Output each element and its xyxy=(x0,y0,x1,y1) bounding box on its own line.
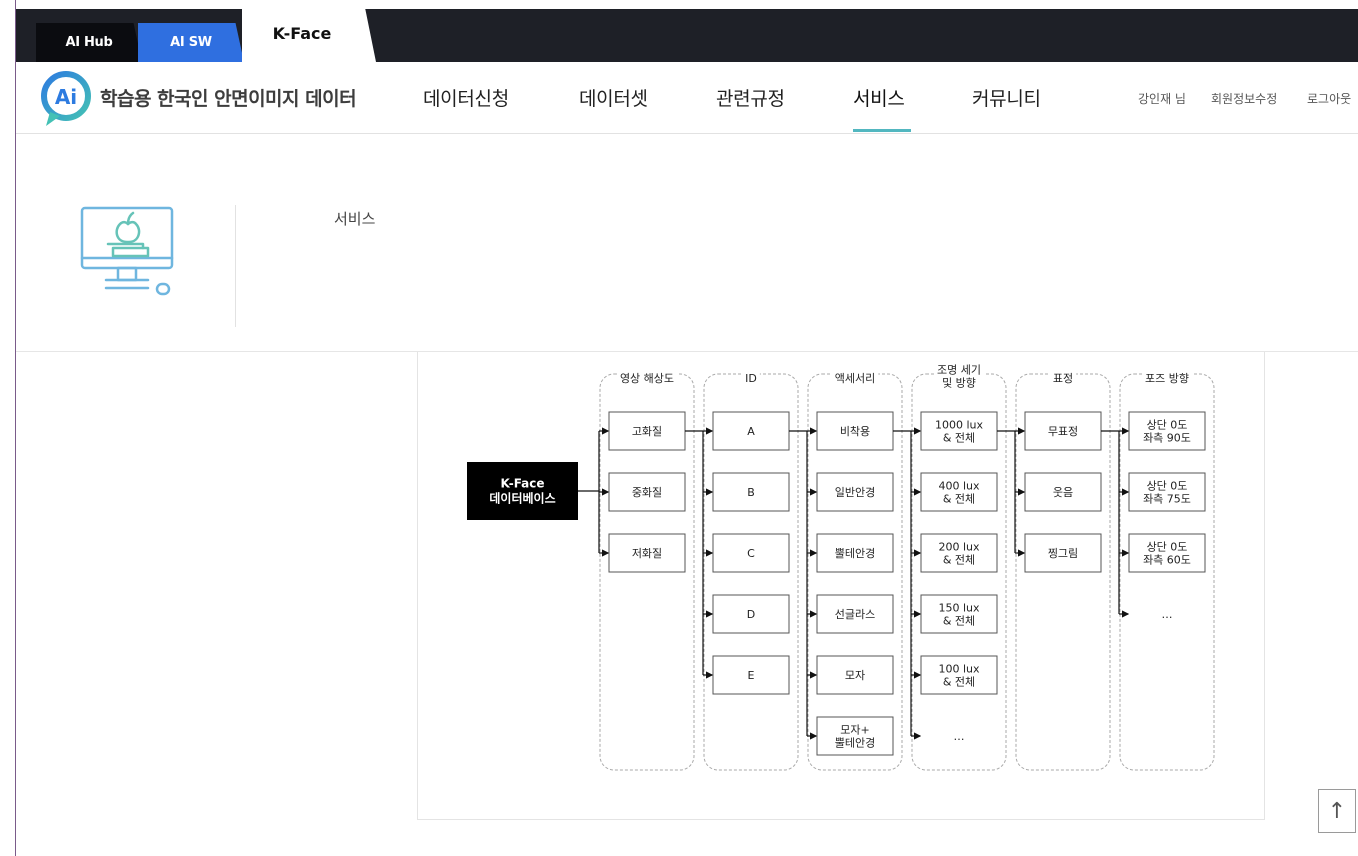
logout-link[interactable]: 로그아웃 xyxy=(1307,90,1351,107)
diagram-node-label: 400 lux & 전체 xyxy=(938,480,980,506)
diagram-node-label: 고화질 xyxy=(632,425,662,438)
diagram-node-label: A xyxy=(747,425,755,438)
window-frame-top xyxy=(16,0,1358,9)
nav-item-data-request[interactable]: 데이터신청 xyxy=(423,84,509,111)
diagram-node-label: 찡그림 xyxy=(1048,547,1078,560)
arrow-up-icon: ↑ xyxy=(1327,798,1347,824)
diagram-node-label: 일반안경 xyxy=(835,485,875,499)
diagram-node-label: D xyxy=(747,608,755,621)
diagram-node-label: 선글라스 xyxy=(835,608,875,621)
kface-structure-diagram: K-Face 데이터베이스영상 해상도고화질중화질저화질IDABCDE액세서리비착… xyxy=(467,362,1215,771)
column-header: 액세서리 xyxy=(835,372,875,385)
diagram-node-label: 상단 0도 좌측 60도 xyxy=(1143,541,1191,567)
diagram-node-label: … xyxy=(1162,608,1173,621)
diagram-node-label: 100 lux & 전체 xyxy=(938,663,980,689)
diagram-node-label: … xyxy=(954,730,965,743)
diagram-node-label: 상단 0도 좌측 90도 xyxy=(1143,419,1191,445)
diagram-node-label: 모자+ 뿔테안경 xyxy=(835,724,875,750)
diagram-node-label: 저화질 xyxy=(632,547,662,560)
diagram-node-label: 무표정 xyxy=(1048,425,1078,438)
column-header: 포즈 방향 xyxy=(1145,372,1189,385)
diagram-node-label: C xyxy=(747,547,755,560)
column-header: 표정 xyxy=(1053,372,1073,385)
column-header: ID xyxy=(745,372,757,385)
page-title: 서비스 xyxy=(334,210,376,228)
diagram-node-label: E xyxy=(748,669,755,682)
diagram-node-label: 150 lux & 전체 xyxy=(938,602,980,628)
edit-profile-link[interactable]: 회원정보수정 xyxy=(1211,90,1277,107)
diagram-node-label: B xyxy=(747,486,755,499)
svg-text:Ai: Ai xyxy=(55,85,77,109)
diagram-node-label: 200 lux & 전체 xyxy=(938,541,980,567)
tab-k-face[interactable]: K-Face xyxy=(242,9,376,62)
scroll-to-top-button[interactable]: ↑ xyxy=(1318,789,1356,833)
nav-item-community[interactable]: 커뮤니티 xyxy=(972,84,1041,111)
site-title[interactable]: 학습용 한국인 안면이미지 데이터 xyxy=(100,84,357,111)
diagram-node-label: 중화질 xyxy=(632,486,662,499)
nav-item-regulations[interactable]: 관련규정 xyxy=(716,84,785,111)
tab-ai-sw[interactable]: AI SW xyxy=(138,23,244,62)
page-hero xyxy=(16,134,1358,352)
nav-item-service[interactable]: 서비스 xyxy=(853,84,905,111)
user-greeting: 강인재 님 xyxy=(1138,92,1186,106)
diagram-node-label: 비착용 xyxy=(840,425,870,438)
ai-logo-icon[interactable]: Ai xyxy=(40,68,95,128)
column-header: 조명 세기 및 방향 xyxy=(937,364,981,390)
tab-ai-hub[interactable]: AI Hub xyxy=(36,23,142,62)
window-frame-left xyxy=(0,0,16,856)
column-header: 영상 해상도 xyxy=(620,371,674,385)
nav-item-dataset[interactable]: 데이터셋 xyxy=(579,84,648,111)
diagram-node-label: 모자 xyxy=(845,669,865,682)
diagram-node-label: 웃음 xyxy=(1053,486,1073,499)
hero-divider xyxy=(235,205,236,327)
diagram-node-label: 상단 0도 좌측 75도 xyxy=(1143,480,1191,506)
computer-apple-icon xyxy=(80,206,174,296)
diagram-node-label: 뿔테안경 xyxy=(835,547,875,560)
active-nav-indicator xyxy=(853,129,911,132)
